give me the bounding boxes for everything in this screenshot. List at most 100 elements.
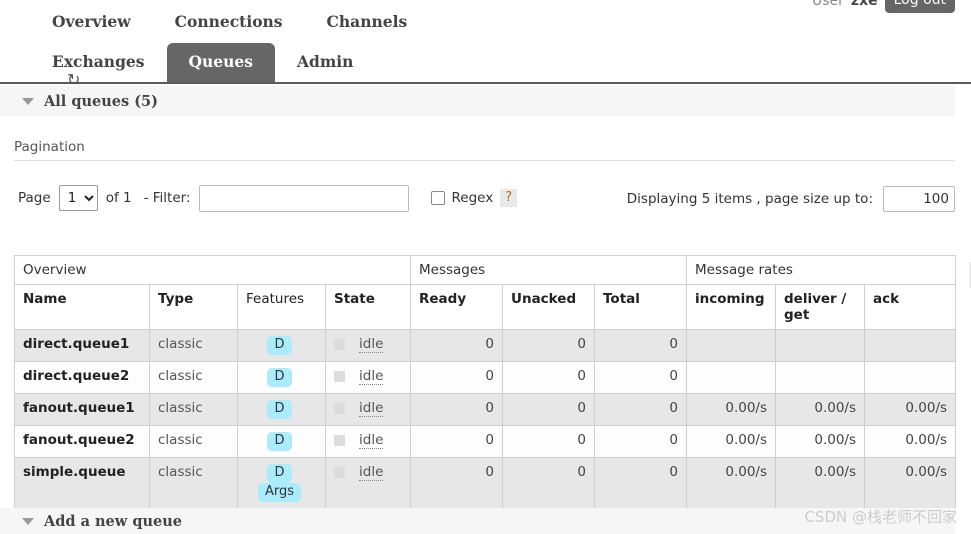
filter-input[interactable] — [198, 184, 409, 212]
nav-row-primary: Overview Connections Channels — [30, 0, 429, 42]
queue-ack: 0.00/s — [863, 392, 957, 426]
queue-deliver-get: 0.00/s — [775, 456, 865, 509]
watermark: CSDN @栈老师不回家 — [804, 508, 957, 526]
page-select[interactable]: 1 — [58, 185, 98, 211]
caret-down-icon[interactable] — [22, 517, 34, 525]
queue-total: 0 — [594, 360, 687, 394]
queue-ack — [863, 329, 957, 362]
regex-help-button[interactable]: ? — [500, 189, 518, 207]
group-header-message-rates: Message rates — [685, 255, 957, 285]
queue-incoming: 0.00/s — [686, 392, 776, 426]
page-size-input[interactable] — [883, 186, 955, 212]
nav-underline — [0, 82, 971, 84]
queue-type: classic — [149, 456, 238, 509]
queue-incoming — [686, 329, 776, 362]
feature-badge[interactable]: D — [267, 399, 292, 419]
state-indicator-icon — [334, 402, 345, 414]
queue-ack: 0.00/s — [863, 424, 957, 458]
pagination-controls: Page 1 of 1 - Filter: Regex ? — [18, 184, 518, 212]
queue-incoming: 0.00/s — [686, 424, 776, 458]
column-header-unacked[interactable]: Unacked — [502, 284, 595, 330]
queue-features: D — [237, 329, 326, 362]
feature-badge[interactable]: D — [267, 431, 292, 451]
column-header-state[interactable]: State — [325, 284, 411, 330]
queue-features: D — [237, 392, 326, 426]
pagination-heading: Pagination — [14, 139, 85, 155]
feature-badge[interactable]: D — [267, 463, 292, 483]
state-indicator-icon — [334, 466, 345, 478]
queue-name-link[interactable]: fanout.queue2 — [14, 424, 150, 458]
queue-unacked: 0 — [502, 456, 595, 509]
caret-down-icon[interactable] — [22, 97, 34, 105]
tab-exchanges[interactable]: Exchanges — [30, 43, 167, 82]
queue-total: 0 — [594, 456, 687, 509]
group-header-overview: Overview — [14, 255, 411, 285]
tab-admin[interactable]: Admin — [275, 43, 375, 82]
state-wrapper: idle — [334, 464, 402, 481]
feature-badge[interactable]: Args — [257, 482, 302, 502]
queue-total: 0 — [594, 329, 687, 362]
tab-overview[interactable]: Overview — [30, 3, 153, 42]
table-header-row: Name Type Features State Ready Unacked T… — [14, 284, 957, 330]
table-row: direct.queue2 classic Didle 0 0 0 — [14, 360, 957, 394]
displaying-text: Displaying 5 items , page size up to: — [626, 191, 873, 207]
queue-name-link[interactable]: direct.queue1 — [14, 329, 150, 362]
queue-type: classic — [149, 329, 238, 362]
tab-channels[interactable]: Channels — [305, 3, 430, 42]
page-of-text: of 1 — [105, 190, 132, 206]
add-new-queue-title: Add a new queue — [44, 512, 182, 530]
all-queues-section-header[interactable]: All queues (5) — [0, 86, 955, 116]
queue-state: idle — [325, 329, 411, 362]
tab-queues[interactable]: Queues — [166, 43, 276, 82]
regex-label: Regex — [451, 190, 494, 206]
tab-connections[interactable]: Connections — [153, 3, 305, 42]
all-queues-title: All queues (5) — [44, 92, 159, 110]
column-header-total[interactable]: Total — [594, 284, 687, 330]
queue-unacked: 0 — [502, 392, 595, 426]
queue-deliver-get — [775, 329, 865, 362]
queue-ack — [863, 360, 957, 394]
queue-type: classic — [149, 392, 238, 426]
column-header-incoming[interactable]: incoming — [686, 284, 776, 330]
queue-name-link[interactable]: simple.queue — [14, 456, 150, 509]
state-label: idle — [359, 367, 384, 385]
column-header-features: Features — [237, 284, 326, 330]
column-header-name[interactable]: Name — [14, 284, 150, 330]
table-row: direct.queue1 classic Didle 0 0 0 — [14, 329, 957, 362]
queue-unacked: 0 — [502, 329, 595, 362]
state-indicator-icon — [334, 370, 345, 382]
queue-features: D — [237, 424, 326, 458]
queue-name-link[interactable]: direct.queue2 — [14, 360, 150, 394]
column-header-deliver-get[interactable]: deliver / get — [775, 284, 865, 330]
queue-type: classic — [149, 424, 238, 458]
feature-badge[interactable]: D — [267, 367, 292, 387]
queue-ready: 0 — [410, 392, 503, 426]
queue-incoming: 0.00/s — [686, 456, 776, 509]
queue-deliver-get: 0.00/s — [775, 392, 865, 426]
state-label: idle — [359, 463, 384, 481]
rabbitmq-management-page: User zxe Log out Overview Connections Ch… — [0, 0, 971, 534]
regex-checkbox[interactable] — [430, 191, 445, 205]
state-wrapper: idle — [334, 368, 402, 385]
table-row: fanout.queue1 classic Didle 0 0 0 0.00/s 0.00/s… — [14, 392, 957, 426]
main-navigation: Overview Connections Channels Exchanges … — [0, 0, 971, 84]
column-header-type[interactable]: Type — [149, 284, 238, 330]
regex-group: Regex ? — [430, 189, 518, 207]
queue-ready: 0 — [410, 329, 503, 362]
queue-ready: 0 — [410, 456, 503, 509]
queue-features: DArgs — [237, 456, 326, 509]
state-wrapper: idle — [334, 400, 402, 417]
state-label: idle — [359, 336, 384, 353]
queue-name-link[interactable]: fanout.queue1 — [14, 392, 150, 426]
queue-ready: 0 — [410, 360, 503, 394]
column-header-ready[interactable]: Ready — [410, 284, 503, 330]
queue-state: idle — [325, 456, 411, 509]
queue-state: idle — [325, 424, 411, 458]
queue-state: idle — [325, 392, 411, 426]
state-indicator-icon — [334, 339, 345, 350]
queue-total: 0 — [594, 392, 687, 426]
filter-label: - Filter: — [143, 190, 191, 206]
column-header-ack[interactable]: ack — [863, 284, 957, 330]
feature-badge[interactable]: D — [267, 336, 292, 355]
queue-ready: 0 — [410, 424, 503, 458]
